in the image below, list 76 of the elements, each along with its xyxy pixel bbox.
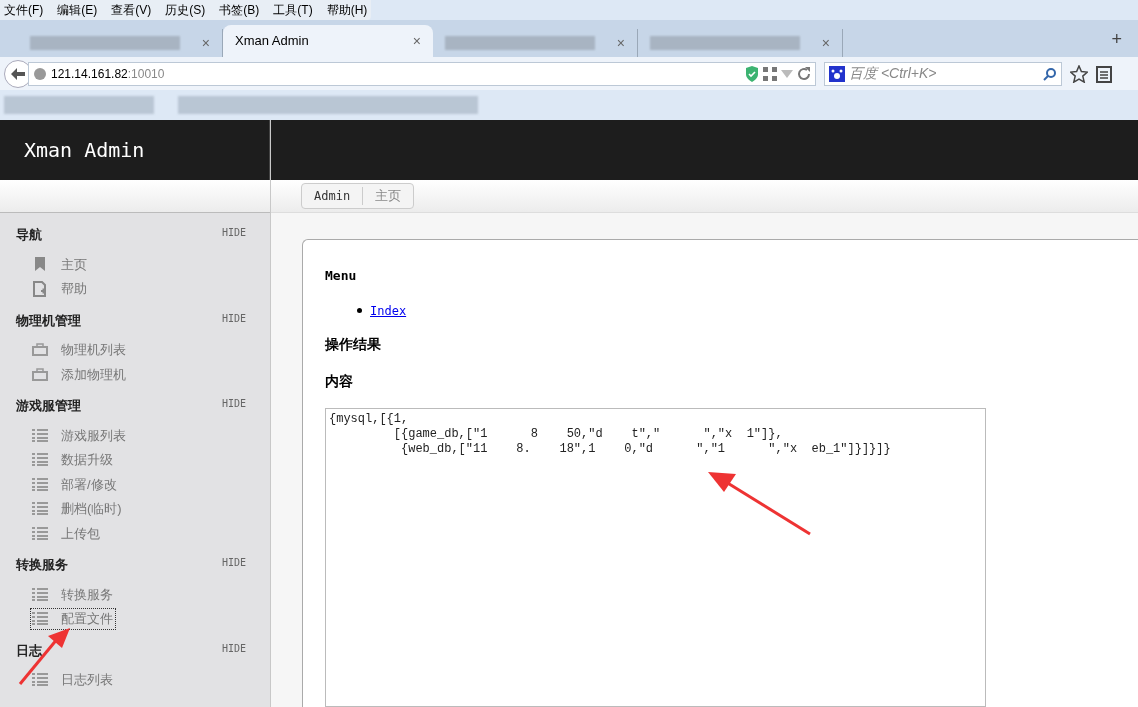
sidebar-item[interactable]: 转换服务 (31, 584, 115, 604)
list-icon (32, 502, 48, 516)
sidebar-item[interactable]: 日志列表 (31, 670, 115, 690)
browser-tab[interactable]: Xman Admin × (223, 25, 433, 57)
menu-item[interactable]: 查看(V) (111, 1, 152, 19)
close-icon[interactable]: × (821, 32, 830, 54)
hide-link[interactable]: HIDE (221, 310, 246, 326)
sidebar-item[interactable]: 删档(临时) (31, 499, 124, 519)
search-icon[interactable] (1043, 66, 1057, 81)
document-add-icon (33, 280, 47, 297)
index-link[interactable]: Index (370, 301, 407, 320)
section-title: 导航 (16, 226, 42, 244)
result-heading: 操作结果 (325, 334, 382, 354)
section-title: 游戏服管理 (16, 397, 81, 415)
list-icon (32, 453, 48, 467)
content-textarea[interactable]: {mysql,[{1, [{game_db,["1 8 50,"d t"," ","x 1"]}, {web_db,["11 8. 18",1 0,"d ","1 ","x eb_1"]}]}]} (325, 407, 986, 707)
hide-link[interactable]: HIDE (221, 396, 246, 411)
back-arrow-icon (11, 67, 25, 80)
content-heading: 内容 (325, 371, 354, 391)
bookmark-icon (34, 257, 46, 272)
tab-title: Xman Admin (235, 32, 309, 51)
breadcrumb-item[interactable]: Admin (302, 187, 364, 205)
code-line: {web_db,["11 8. 18",1 0,"d ","1 ","x eb_1"]}]}]} (400, 441, 892, 457)
section-title: 转换服务 (16, 556, 68, 574)
search-placeholder: 百度 <Ctrl+K> (849, 64, 938, 83)
hide-link[interactable]: HIDE (221, 640, 246, 656)
qr-code-icon (763, 66, 777, 81)
sidebar-item[interactable]: 物理机列表 (31, 340, 128, 360)
new-tab-icon[interactable]: + (1111, 26, 1122, 53)
search-field[interactable]: 百度 <Ctrl+K> (824, 61, 1062, 86)
list-icon (32, 612, 48, 626)
hide-link[interactable]: HIDE (221, 225, 246, 240)
paw-icon[interactable] (829, 65, 845, 82)
menu-item[interactable]: 帮助(H) (326, 1, 368, 19)
menu-item[interactable]: 历史(S) (165, 1, 206, 19)
globe-icon (33, 66, 47, 81)
code-line: {mysql,[{1, (329, 411, 410, 427)
shield-check-icon (745, 65, 759, 82)
sidebar-item[interactable]: 游戏服列表 (31, 425, 128, 445)
briefcase-icon (32, 367, 48, 381)
close-icon[interactable]: × (616, 32, 625, 54)
sidebar-item[interactable]: 帮助 (31, 279, 89, 299)
close-icon[interactable]: × (201, 32, 210, 54)
bullet-icon (357, 308, 362, 313)
code-line: [{game_db,["1 8 50,"d t"," ","x 1"]}, (392, 426, 784, 442)
hide-link[interactable]: HIDE (221, 555, 246, 570)
reload-icon[interactable] (797, 66, 811, 81)
address-field[interactable]: 121.14.161.82:10010 (28, 61, 816, 86)
list-icon (32, 526, 48, 540)
list-icon (32, 428, 48, 442)
sidebar-item[interactable]: 主页 (31, 254, 89, 274)
browser-tab[interactable]: × (638, 29, 843, 57)
app-title: Xman Admin (24, 137, 145, 164)
menu-heading: Menu (325, 267, 358, 285)
browser-tab[interactable]: × (18, 29, 223, 57)
sidebar-item[interactable]: 部署/修改 (31, 474, 119, 494)
menu-item[interactable]: 编辑(E) (57, 1, 98, 19)
sidebar-item[interactable]: 数据升级 (31, 450, 115, 470)
sidebar-item[interactable]: 配置文件 (31, 609, 115, 629)
section-title: 物理机管理 (16, 311, 81, 330)
menu-item[interactable]: 文件(F) (4, 1, 44, 19)
url-text: 121.14.161.82:10010 (51, 65, 165, 83)
list-icon (32, 673, 48, 687)
star-icon[interactable] (1070, 64, 1088, 83)
reading-list-icon[interactable] (1096, 64, 1112, 83)
list-icon (32, 477, 48, 491)
menu-item[interactable]: 书签(B) (219, 1, 260, 19)
list-icon (32, 587, 48, 601)
menu-item[interactable]: 工具(T) (273, 1, 313, 19)
browser-tab[interactable]: × (433, 29, 638, 57)
sidebar-item[interactable]: 添加物理机 (31, 364, 128, 384)
close-icon[interactable]: × (412, 30, 421, 52)
briefcase-icon (32, 343, 48, 357)
sidebar-item[interactable]: 上传包 (31, 523, 102, 543)
section-title: 日志 (16, 641, 42, 660)
breadcrumb-item[interactable]: 主页 (363, 186, 414, 206)
